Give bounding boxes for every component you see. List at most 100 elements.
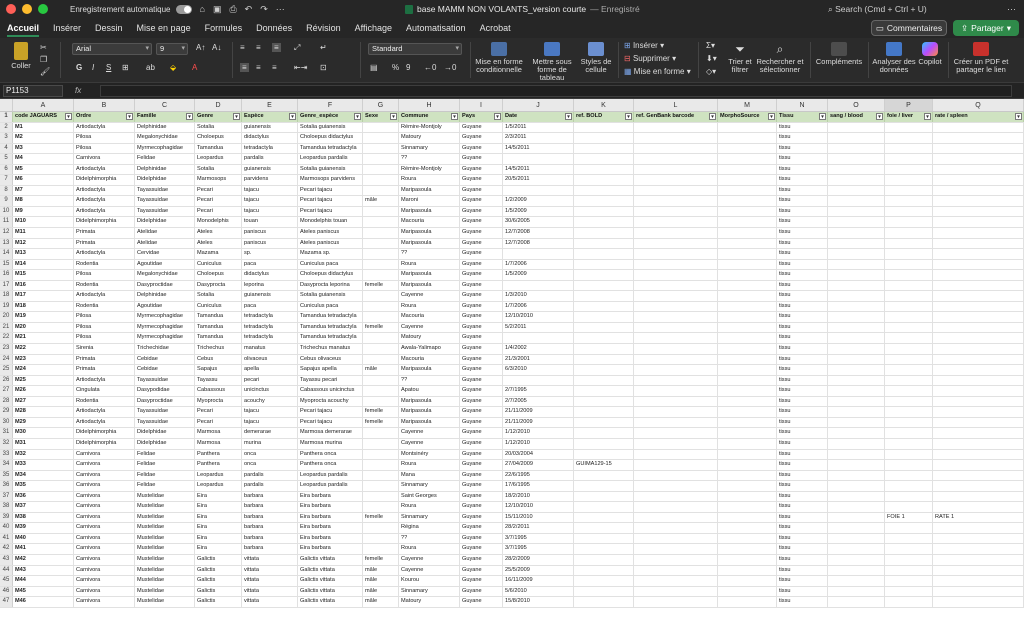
table-cell[interactable]: Guyane	[460, 533, 503, 544]
decrease-decimal-icon[interactable]: →0	[444, 63, 456, 72]
table-cell[interactable]: tissu	[777, 217, 828, 228]
table-cell[interactable]: tissu	[777, 133, 828, 143]
table-cell[interactable]	[933, 259, 1024, 270]
filter-dropdown-icon[interactable]: ▾	[1015, 113, 1022, 120]
table-cell[interactable]: Pecari	[195, 206, 242, 217]
table-cell[interactable]: Eira barbara	[298, 502, 363, 512]
table-cell[interactable]: Marmosa murina	[298, 438, 363, 449]
row-number[interactable]: 1	[0, 112, 13, 122]
table-cell[interactable]	[933, 228, 1024, 238]
more-options-icon[interactable]: ···	[1007, 4, 1016, 14]
table-cell[interactable]	[718, 449, 777, 460]
table-cell[interactable]: apella	[242, 365, 298, 375]
row-number[interactable]: 28	[0, 396, 13, 407]
table-cell[interactable]	[885, 523, 933, 533]
table-cell[interactable]	[634, 491, 718, 502]
table-cell[interactable]	[634, 312, 718, 322]
table-cell[interactable]	[933, 386, 1024, 396]
table-cell[interactable]: tissu	[777, 512, 828, 523]
table-cell[interactable]	[828, 365, 885, 375]
table-cell[interactable]: Cingulata	[74, 386, 135, 396]
row-number[interactable]: 38	[0, 502, 13, 512]
table-cell[interactable]: 3/7/1995	[503, 533, 574, 544]
table-cell[interactable]	[574, 322, 634, 333]
table-cell[interactable]: Pilosa	[74, 322, 135, 333]
table-cell[interactable]: M7	[13, 185, 74, 196]
table-cell[interactable]: Choloepus	[195, 270, 242, 280]
table-cell[interactable]: tetradactyla	[242, 312, 298, 322]
table-cell[interactable]	[885, 333, 933, 344]
table-cell[interactable]: Didelphidae	[135, 438, 195, 449]
zoom-window-button[interactable]	[38, 4, 48, 14]
table-cell[interactable]: Panthera	[195, 449, 242, 460]
table-cell[interactable]	[933, 375, 1024, 386]
table-cell[interactable]	[634, 554, 718, 565]
table-cell[interactable]: M45	[13, 586, 74, 597]
table-cell[interactable]	[574, 438, 634, 449]
table-cell[interactable]: murina	[242, 438, 298, 449]
table-cell[interactable]	[634, 270, 718, 280]
table-cell[interactable]: tissu	[777, 523, 828, 533]
table-cell[interactable]	[718, 217, 777, 228]
table-cell[interactable]	[718, 280, 777, 291]
table-cell[interactable]	[363, 259, 399, 270]
table-cell[interactable]: Mustelidae	[135, 502, 195, 512]
table-cell[interactable]: Felidae	[135, 460, 195, 470]
table-cell[interactable]	[363, 185, 399, 196]
table-cell[interactable]: tissu	[777, 164, 828, 175]
table-cell[interactable]	[718, 164, 777, 175]
table-cell[interactable]: M33	[13, 460, 74, 470]
table-cell[interactable]	[574, 428, 634, 438]
table-cell[interactable]	[718, 344, 777, 354]
table-cell[interactable]: Galictis	[195, 586, 242, 597]
filter-dropdown-icon[interactable]: ▾	[768, 113, 775, 120]
table-cell[interactable]: Guyane	[460, 407, 503, 417]
table-cell[interactable]	[885, 206, 933, 217]
fill-color-icon[interactable]: ⬙	[170, 63, 176, 72]
filter-dropdown-icon[interactable]: ▾	[494, 113, 501, 120]
table-cell[interactable]	[933, 565, 1024, 576]
table-cell[interactable]	[363, 270, 399, 280]
table-cell[interactable]	[885, 354, 933, 365]
table-cell[interactable]: Guyane	[460, 386, 503, 396]
table-cell[interactable]	[933, 523, 1024, 533]
table-cell[interactable]: Tamandua	[195, 312, 242, 322]
table-cell[interactable]	[828, 185, 885, 196]
table-cell[interactable]	[885, 554, 933, 565]
table-cell[interactable]	[828, 238, 885, 249]
table-cell[interactable]	[574, 196, 634, 206]
table-cell[interactable]: Artiodactyla	[74, 122, 135, 133]
table-cell[interactable]: guianensis	[242, 122, 298, 133]
table-cell[interactable]	[574, 185, 634, 196]
table-cell[interactable]: Mustelidae	[135, 554, 195, 565]
table-cell[interactable]: Leopardus pardalis	[298, 481, 363, 491]
table-cell[interactable]: femelle	[363, 407, 399, 417]
table-cell[interactable]: 1/5/2009	[503, 206, 574, 217]
table-cell[interactable]: femelle	[363, 554, 399, 565]
table-cell[interactable]: paniscus	[242, 238, 298, 249]
row-number[interactable]: 36	[0, 481, 13, 491]
table-cell[interactable]: Pecari	[195, 196, 242, 206]
table-cell[interactable]: Guyane	[460, 597, 503, 607]
table-cell[interactable]: 25/5/2009	[503, 565, 574, 576]
table-cell[interactable]: acouchy	[242, 396, 298, 407]
row-number[interactable]: 18	[0, 291, 13, 301]
row-number[interactable]: 25	[0, 365, 13, 375]
table-cell[interactable]	[933, 344, 1024, 354]
row-number[interactable]: 9	[0, 196, 13, 206]
table-cell[interactable]: Guyane	[460, 470, 503, 481]
wrap-text-icon[interactable]: ↵	[320, 43, 327, 52]
table-cell[interactable]	[363, 154, 399, 164]
table-cell[interactable]: tissu	[777, 270, 828, 280]
table-cell[interactable]: Sotalia guianensis	[298, 291, 363, 301]
table-cell[interactable]	[828, 154, 885, 164]
table-cell[interactable]: M2	[13, 133, 74, 143]
table-cell[interactable]: parvidens	[242, 175, 298, 185]
close-window-button[interactable]	[6, 4, 16, 14]
table-cell[interactable]	[933, 544, 1024, 554]
table-cell[interactable]: femelle	[363, 322, 399, 333]
table-cell[interactable]	[933, 280, 1024, 291]
formula-input[interactable]	[100, 85, 1012, 97]
row-number[interactable]: 17	[0, 280, 13, 291]
table-cell[interactable]	[363, 470, 399, 481]
